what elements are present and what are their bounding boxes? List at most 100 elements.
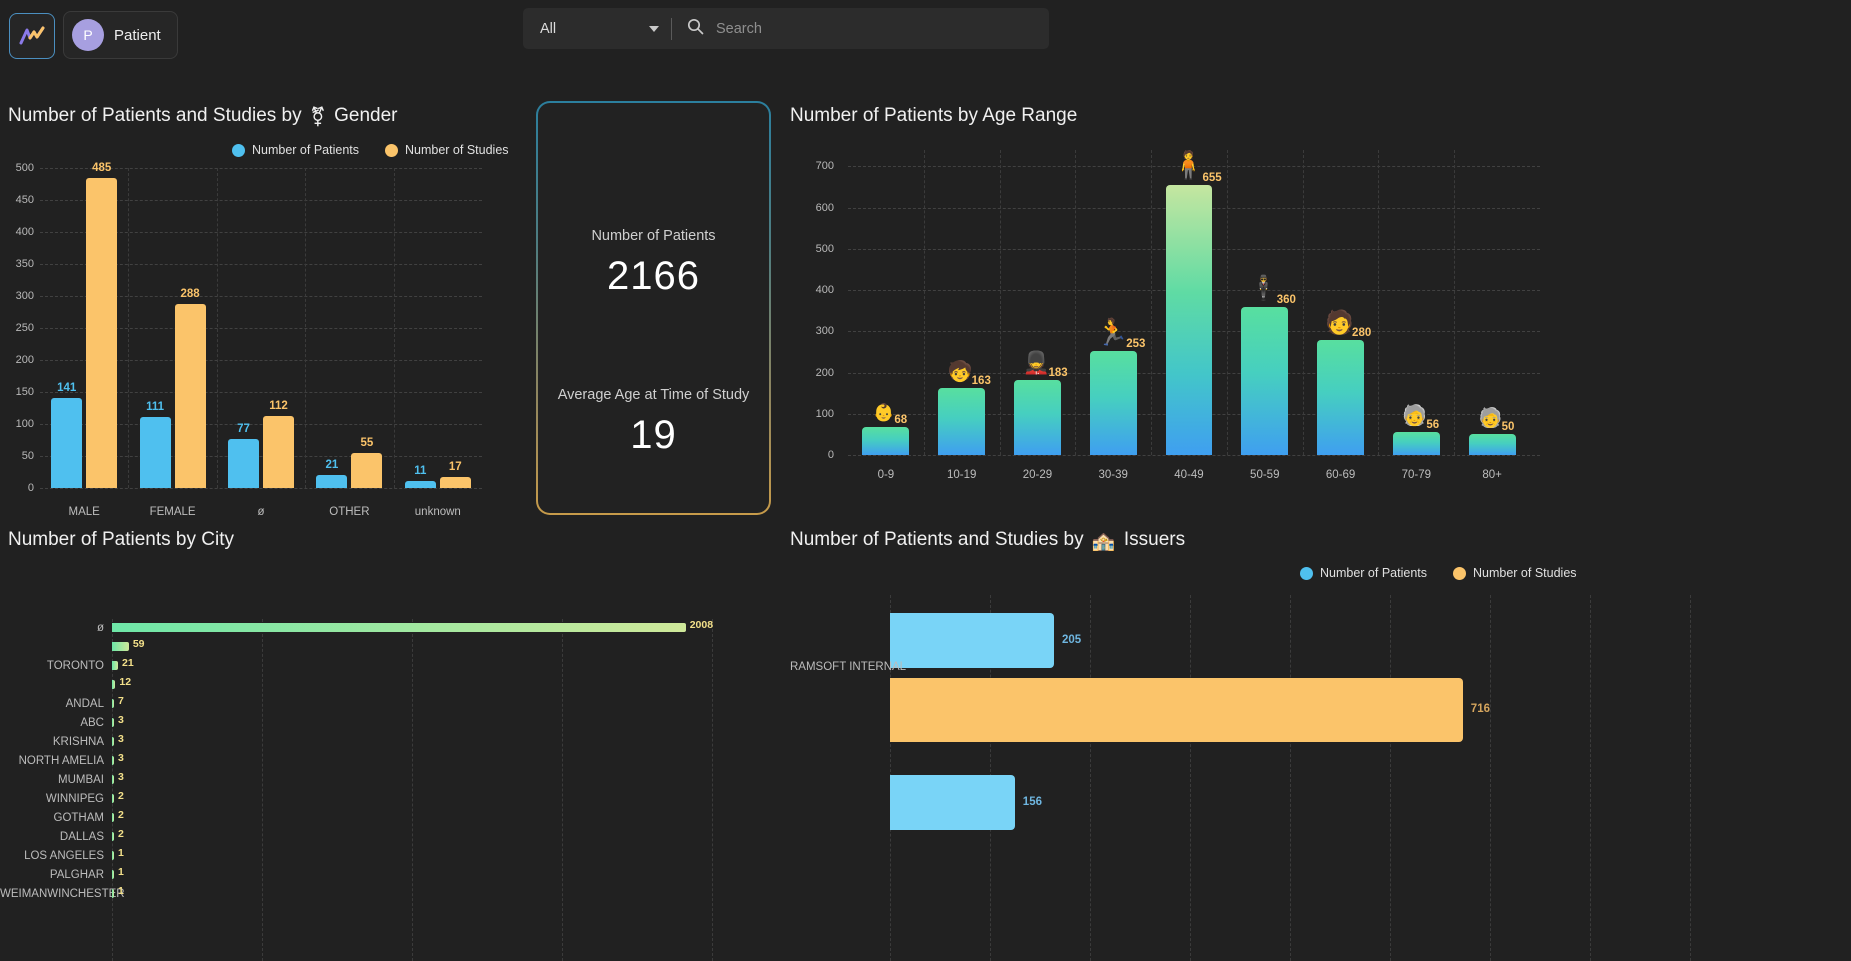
axis-tick-label: 500 — [815, 242, 834, 255]
bar-patients[interactable] — [112, 851, 114, 860]
bar-patients[interactable] — [51, 397, 83, 488]
bar-patients[interactable] — [890, 775, 1015, 830]
pictogram-adult-suit-icon: 🕴 — [1248, 274, 1279, 302]
bar-patients[interactable] — [112, 832, 114, 841]
bar-patients[interactable] — [112, 775, 114, 784]
city-name-label: PALGHAR — [49, 869, 104, 881]
bar-patients[interactable] — [1013, 379, 1061, 455]
city-name-label: MUMBAI — [58, 774, 104, 786]
app-logo-button[interactable] — [9, 13, 55, 59]
axis-tick-label: 0 — [27, 482, 34, 494]
bar-patients[interactable] — [112, 737, 114, 746]
bar-value-label: 2 — [118, 828, 124, 840]
bar-patients[interactable] — [890, 613, 1054, 668]
bar-patients[interactable] — [228, 438, 259, 488]
bar-patients[interactable] — [139, 416, 171, 488]
city-name-label: DALLAS — [59, 831, 104, 843]
issuers-panel-title: Number of Patients and Studies by 🏤 Issu… — [790, 529, 1185, 553]
patient-context-chip[interactable]: P Patient — [63, 11, 178, 59]
age-panel-title: Number of Patients by Age Range — [790, 105, 1078, 126]
axis-tick-label: 50 — [21, 450, 34, 462]
bar-patients[interactable] — [862, 426, 910, 455]
bar-patients[interactable] — [404, 480, 436, 488]
axis-tick-label: 700 — [815, 160, 834, 173]
bar-value-label: 1 — [118, 866, 124, 878]
axis-tick-label: 350 — [15, 258, 34, 270]
bar-patients[interactable] — [112, 718, 114, 727]
list-item: DALLAS 2 — [0, 828, 780, 847]
search-input[interactable]: Search — [716, 21, 762, 37]
bar-value-label: 1 — [118, 885, 124, 897]
bar-value-label: 156 — [1022, 795, 1042, 808]
gender-plot-area: 0 50 100 150 200 250 300 350 400 450 500 141 485 111… — [0, 162, 510, 494]
bar-value-label: 21 — [325, 458, 339, 471]
bar-value-label: 112 — [269, 400, 288, 413]
search-bar: All Search — [523, 8, 1049, 49]
bar-studies[interactable] — [174, 303, 206, 488]
gender-title-prefix: Number of Patients and Studies by — [8, 105, 302, 126]
bar-patients[interactable] — [938, 387, 986, 455]
list-item: PALGHAR 1 — [0, 866, 780, 885]
bar-patients[interactable] — [112, 794, 114, 803]
kpi-card: Number of Patients 2166 Average Age at T… — [536, 101, 771, 515]
bar-value-label: 3 — [118, 752, 124, 764]
bar-value-label: 3 — [118, 771, 124, 783]
bar-patients[interactable] — [112, 661, 118, 670]
bar-value-label: 141 — [57, 381, 77, 394]
gridline — [40, 488, 482, 489]
bar-patients[interactable] — [1392, 431, 1440, 455]
x-axis-label: 70-79 — [1401, 469, 1432, 481]
city-name-label: LOS ANGELES — [24, 850, 104, 862]
bar-patients[interactable] — [112, 889, 114, 898]
bar-studies[interactable] — [890, 678, 1463, 742]
bar-studies[interactable] — [263, 416, 294, 488]
gridline — [999, 150, 1001, 455]
bar-value-label: 111 — [146, 400, 165, 413]
bar-studies[interactable] — [439, 477, 471, 488]
bar-patients[interactable] — [1089, 350, 1137, 455]
bar-patients[interactable] — [1317, 339, 1365, 455]
bar-patients[interactable] — [316, 474, 348, 488]
bar-patients[interactable] — [1468, 434, 1516, 455]
search-scope-select[interactable]: All — [523, 21, 671, 37]
list-item: WINNIPEG 2 — [0, 790, 780, 809]
gridline — [1302, 150, 1304, 455]
gridline — [1454, 150, 1456, 455]
bar-patients[interactable] — [112, 756, 114, 765]
bar-patients[interactable] — [1165, 185, 1213, 455]
bar-value-label: 21 — [122, 657, 134, 669]
legend-item-studies[interactable]: Number of Studies — [385, 143, 509, 157]
bar-studies[interactable] — [86, 177, 118, 488]
list-item: LOS ANGELES 1 — [0, 847, 780, 866]
gridline — [1390, 595, 1391, 961]
bar-patients[interactable] — [112, 870, 114, 879]
pictogram-adult-standing-icon: 🧍 — [1171, 150, 1206, 181]
bar-patients[interactable] — [112, 813, 114, 822]
gridline — [305, 168, 307, 488]
x-axis-label: OTHER — [329, 506, 370, 518]
bar-patients[interactable] — [1241, 306, 1289, 455]
kpi-patients-value: 2166 — [607, 254, 700, 298]
legend-dot-studies-icon — [385, 143, 398, 157]
chevron-down-icon — [649, 25, 659, 32]
bar-patients[interactable] — [112, 680, 116, 689]
bar-patients[interactable] — [112, 642, 129, 651]
transgender-symbol-icon: ⚧ — [309, 107, 326, 128]
bar-patients[interactable] — [112, 699, 114, 708]
issuers-title-suffix: Issuers — [1123, 529, 1186, 550]
list-item: ANDAL 7 — [0, 695, 780, 714]
bar-studies[interactable] — [351, 452, 383, 488]
kpi-patients: Number of Patients 2166 — [591, 228, 715, 299]
list-item: 12 — [0, 676, 780, 695]
bar-value-label: 2 — [118, 809, 124, 821]
bar-value-label: 77 — [237, 422, 250, 435]
gridline — [1226, 150, 1228, 455]
bar-value-label: 485 — [92, 161, 112, 174]
legend-dot-patients-icon — [232, 143, 245, 157]
bar-patients[interactable] — [112, 623, 686, 632]
legend-item-patients[interactable]: Number of Patients — [232, 143, 359, 157]
pictogram-teen-icon: 💂 — [1022, 349, 1050, 375]
pictogram-child-icon: 🧒 — [947, 360, 973, 383]
city-name-label: WINNIPEG — [45, 793, 104, 805]
legend-label-patients: Number of Patients — [252, 143, 359, 157]
